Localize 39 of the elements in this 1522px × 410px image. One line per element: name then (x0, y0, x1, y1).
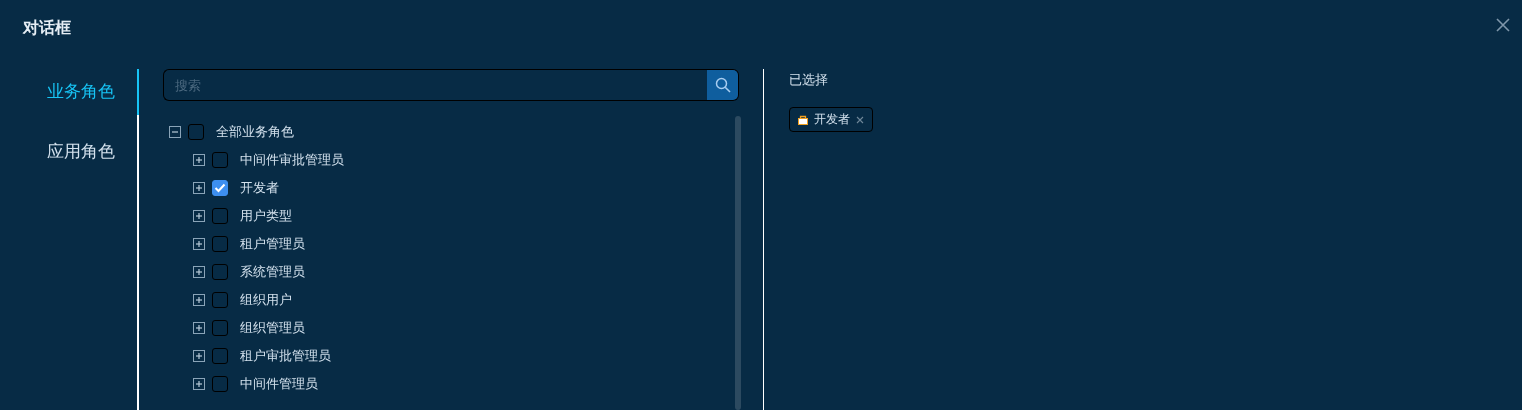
tree-item-label[interactable]: 中间件管理员 (240, 375, 318, 393)
expand-icon[interactable] (193, 154, 205, 166)
tree-item-label[interactable]: 中间件审批管理员 (240, 151, 344, 169)
expand-icon[interactable] (193, 350, 205, 362)
tree-item-label[interactable]: 用户类型 (240, 207, 292, 225)
tree-item-label[interactable]: 租户管理员 (240, 235, 305, 253)
expand-icon[interactable] (193, 238, 205, 250)
collapse-icon[interactable] (169, 126, 181, 138)
tree-item-label[interactable]: 租户审批管理员 (240, 347, 331, 365)
checkbox[interactable] (212, 264, 228, 280)
remove-icon[interactable] (856, 115, 864, 124)
nav-tab[interactable]: 业务角色 (0, 69, 139, 115)
tree-item-label[interactable]: 组织管理员 (240, 319, 305, 337)
checkbox[interactable] (212, 152, 228, 168)
checkbox[interactable] (212, 180, 228, 196)
nav-tab[interactable]: 应用角色 (0, 129, 139, 175)
expand-icon[interactable] (193, 182, 205, 194)
scrollbar[interactable] (735, 116, 741, 410)
expand-icon[interactable] (193, 210, 205, 222)
close-icon[interactable] (1496, 18, 1510, 32)
selected-title: 已选择 (789, 71, 829, 89)
expand-icon[interactable] (193, 378, 205, 390)
lock-icon (798, 114, 808, 125)
checkbox[interactable] (212, 236, 228, 252)
tree-item-label[interactable]: 系统管理员 (240, 263, 305, 281)
checkbox[interactable] (212, 376, 228, 392)
checkbox[interactable] (212, 348, 228, 364)
checkbox[interactable] (212, 320, 228, 336)
checkbox[interactable] (212, 292, 228, 308)
expand-icon[interactable] (193, 294, 205, 306)
tag-label: 开发者 (814, 111, 850, 128)
dialog-title: 对话框 (23, 18, 71, 39)
tree-item-label[interactable]: 组织用户 (240, 291, 292, 309)
expand-icon[interactable] (193, 322, 205, 334)
checkbox[interactable] (188, 124, 204, 140)
tree-item-label[interactable]: 全部业务角色 (216, 123, 294, 141)
tree-item-label[interactable]: 开发者 (240, 179, 279, 197)
expand-icon[interactable] (193, 266, 205, 278)
checkbox[interactable] (212, 208, 228, 224)
